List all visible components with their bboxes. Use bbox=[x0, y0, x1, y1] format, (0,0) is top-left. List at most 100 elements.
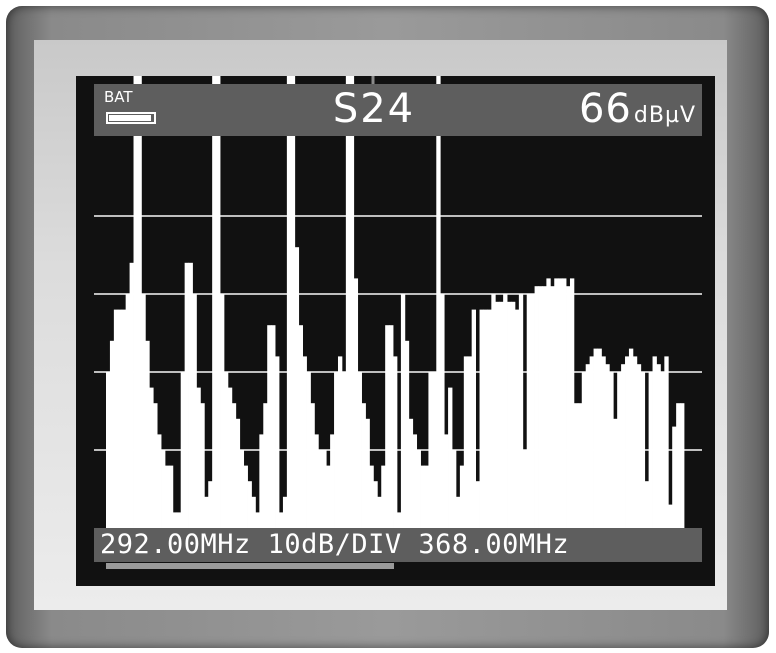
trace-bin bbox=[581, 372, 587, 528]
trace-bin bbox=[161, 450, 166, 528]
trace-bin bbox=[408, 418, 414, 528]
trace-bin bbox=[212, 76, 217, 528]
trace-bin bbox=[668, 504, 673, 528]
trace-bin bbox=[483, 309, 488, 528]
trace-bin bbox=[404, 340, 410, 528]
trace-bin bbox=[514, 309, 520, 528]
trace-bin bbox=[220, 294, 225, 528]
trace-bin bbox=[306, 372, 311, 528]
trace-bin bbox=[562, 278, 567, 528]
trace-bin bbox=[302, 356, 307, 528]
trace-bin bbox=[424, 465, 429, 528]
trace-bin bbox=[345, 76, 351, 528]
trace-bin bbox=[432, 372, 437, 528]
trace-bin bbox=[247, 481, 252, 528]
trace-bin bbox=[279, 512, 284, 528]
trace-bin bbox=[341, 372, 347, 528]
trace-bin bbox=[542, 286, 547, 528]
trace-bin bbox=[216, 76, 221, 528]
trace-bin bbox=[121, 309, 127, 528]
trace-bin bbox=[436, 76, 441, 528]
trace-bin bbox=[109, 340, 115, 528]
trace-bin bbox=[275, 356, 280, 528]
trace-bin bbox=[530, 294, 535, 528]
trace-bin bbox=[487, 309, 492, 528]
trace-bin bbox=[455, 496, 461, 528]
battery-icon bbox=[106, 112, 156, 124]
trace-bin bbox=[113, 309, 119, 528]
trace-bin bbox=[290, 76, 296, 529]
trace-bin bbox=[625, 356, 630, 528]
trace-bin bbox=[377, 496, 382, 528]
trace-bin bbox=[664, 356, 669, 528]
trace-bin bbox=[648, 372, 653, 528]
trace-bin bbox=[263, 403, 268, 528]
stop-frequency: 368.00MHz bbox=[418, 529, 570, 560]
trace-bin bbox=[538, 286, 543, 528]
trace-bin bbox=[133, 76, 138, 529]
status-header: BAT S24 66dBµV bbox=[94, 84, 702, 136]
trace-bin bbox=[334, 372, 339, 528]
channel-readout: S24 bbox=[332, 86, 416, 132]
trace-bin bbox=[255, 512, 260, 528]
trace-bin bbox=[589, 356, 594, 528]
trace-bin bbox=[577, 403, 583, 528]
trace-bin bbox=[644, 481, 650, 528]
trace-bin bbox=[239, 450, 245, 528]
trace-bin bbox=[585, 364, 591, 528]
trace-bin bbox=[381, 465, 386, 528]
trace-bin bbox=[534, 286, 539, 528]
footer-readout: 292.00MHz 10dB/DIV 368.00MHz bbox=[100, 528, 702, 562]
trace-bin bbox=[243, 465, 248, 528]
trace-bin bbox=[137, 76, 142, 529]
trace-bin bbox=[180, 372, 186, 528]
trace-bin bbox=[385, 325, 390, 528]
start-frequency: 292.00MHz bbox=[100, 529, 251, 560]
trace-bin bbox=[597, 348, 602, 528]
trace-bin bbox=[416, 450, 421, 528]
trace-bin bbox=[510, 301, 516, 528]
trace-bin bbox=[223, 372, 229, 528]
trace-bin bbox=[200, 403, 205, 528]
trace-bin bbox=[420, 465, 425, 528]
trace-bin bbox=[149, 387, 154, 528]
trace-bin bbox=[672, 426, 677, 528]
analyzer-screen: BAT S24 66dBµV 292.00MHz 10dB/DIV 368.00… bbox=[76, 76, 715, 586]
trace-bin bbox=[656, 364, 661, 528]
trace-bin bbox=[499, 301, 504, 528]
trace-bin bbox=[569, 278, 575, 528]
trace-bin bbox=[636, 364, 642, 528]
trace-bin bbox=[282, 496, 288, 528]
trace-bin bbox=[495, 301, 500, 528]
trace-bin bbox=[632, 356, 638, 528]
trace-bin bbox=[554, 278, 559, 528]
trace-bin bbox=[330, 434, 335, 528]
trace-bin bbox=[176, 512, 182, 528]
trace-bin bbox=[621, 364, 626, 528]
scale-per-division: 10dB/DIV bbox=[267, 529, 402, 560]
trace-bin bbox=[369, 465, 374, 528]
trace-bin bbox=[601, 356, 606, 528]
frequency-footer: 292.00MHz 10dB/DIV 368.00MHz bbox=[94, 528, 702, 562]
battery-label: BAT bbox=[104, 88, 133, 106]
trace-bin bbox=[463, 356, 469, 528]
trace-bin bbox=[522, 450, 528, 528]
battery-fill bbox=[109, 115, 151, 121]
trace-bin bbox=[373, 481, 378, 528]
trace-bin bbox=[172, 512, 178, 528]
level-unit: dBµV bbox=[633, 103, 696, 128]
level-readout: 66dBµV bbox=[579, 86, 696, 132]
trace-bin bbox=[396, 512, 402, 528]
trace-bin bbox=[227, 387, 233, 528]
trace-bin bbox=[652, 356, 657, 528]
trace-bin bbox=[184, 262, 189, 528]
trace-bin bbox=[593, 348, 598, 528]
trace-bin bbox=[314, 434, 319, 528]
trace-bin bbox=[452, 450, 457, 528]
trace-bin bbox=[204, 496, 209, 528]
trace-bin bbox=[365, 418, 370, 528]
trace-bin bbox=[459, 465, 465, 528]
trace-bin bbox=[251, 496, 256, 528]
trace-bin bbox=[361, 403, 366, 528]
trace-bin bbox=[617, 372, 622, 528]
